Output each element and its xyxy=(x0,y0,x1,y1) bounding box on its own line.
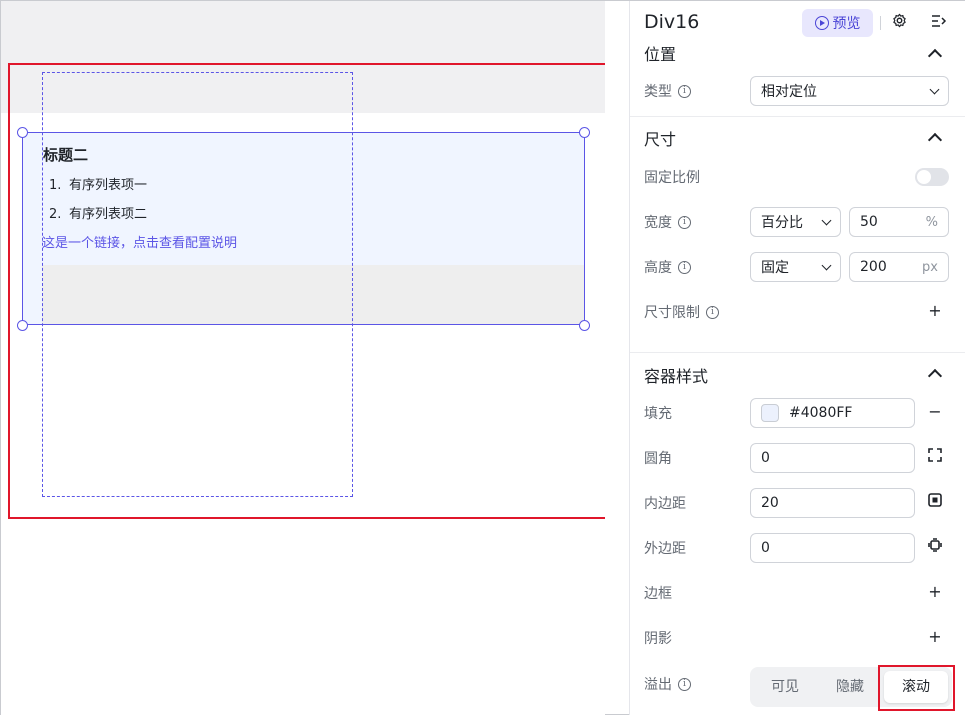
resize-handle-top-right[interactable] xyxy=(579,127,590,138)
height-value: 200 xyxy=(860,259,887,275)
margin-label-text: 外边距 xyxy=(644,541,686,557)
overflow-option-hidden[interactable]: 隐藏 xyxy=(816,667,884,707)
chevron-up-icon[interactable] xyxy=(927,368,943,384)
collapse-panel-icon[interactable] xyxy=(929,13,949,33)
component-title: Div16 xyxy=(644,11,700,33)
height-input[interactable]: 200 px xyxy=(849,252,949,282)
radius-label: 圆角 xyxy=(644,448,672,468)
section-divider xyxy=(630,116,965,117)
width-unit: % xyxy=(925,214,938,230)
margin-value: 0 xyxy=(761,540,770,556)
info-icon[interactable]: i xyxy=(706,305,719,319)
overflow-label: 溢出 i xyxy=(644,674,691,694)
fill-label-text: 填充 xyxy=(644,406,672,422)
section-divider xyxy=(630,352,965,353)
padding-value: 20 xyxy=(761,495,779,511)
margin-input[interactable]: 0 xyxy=(750,533,915,563)
type-label: 类型 i xyxy=(644,81,691,101)
properties-panel: 位置 类型 i 相对定位 尺寸 固定比例 宽度 i 百分比 50% 高度 i 固定 2… xyxy=(629,1,965,715)
info-icon[interactable]: i xyxy=(678,215,691,229)
canvas-bottom-band xyxy=(1,518,605,715)
resize-handle-bottom-left[interactable] xyxy=(17,320,28,331)
color-swatch[interactable] xyxy=(761,404,779,422)
lock-ratio-text: 固定比例 xyxy=(644,170,700,186)
chevron-down-icon xyxy=(929,84,940,94)
padding-label-text: 内边距 xyxy=(644,496,686,512)
shadow-label-text: 阴影 xyxy=(644,631,672,647)
annotation-highlight-box xyxy=(8,63,605,519)
padding-label: 内边距 xyxy=(644,493,686,513)
chevron-down-icon xyxy=(821,215,832,225)
design-canvas[interactable]: 标题二 1. 有序列表项一 2. 有序列表项二 这是一个链接，点击查看配置说明 xyxy=(1,1,605,715)
fill-value: #4080FF xyxy=(789,405,853,421)
fill-color-input[interactable]: #4080FF xyxy=(750,398,915,428)
resize-handle-bottom-right[interactable] xyxy=(579,320,590,331)
border-label-text: 边框 xyxy=(644,586,672,602)
fill-label: 填充 xyxy=(644,403,672,423)
radius-input[interactable]: 0 xyxy=(750,443,915,473)
height-mode-value: 固定 xyxy=(761,260,789,276)
height-label-text: 高度 xyxy=(644,260,672,276)
info-icon[interactable]: i xyxy=(678,84,691,98)
width-label: 宽度 i xyxy=(644,212,691,232)
width-mode-value: 百分比 xyxy=(761,215,803,231)
header-divider xyxy=(880,16,881,30)
gear-icon[interactable] xyxy=(889,13,909,33)
chevron-up-icon[interactable] xyxy=(927,48,943,64)
resize-handle-top-left[interactable] xyxy=(17,127,28,138)
height-mode-select[interactable]: 固定 xyxy=(750,252,841,282)
play-icon xyxy=(814,16,829,30)
width-mode-select[interactable]: 百分比 xyxy=(750,207,841,237)
type-label-text: 类型 xyxy=(644,84,672,100)
overflow-label-text: 溢出 xyxy=(644,677,672,693)
radius-value: 0 xyxy=(761,450,770,466)
padding-input[interactable]: 20 xyxy=(750,488,915,518)
info-icon[interactable]: i xyxy=(678,260,691,274)
preview-button[interactable]: 预览 xyxy=(802,9,873,37)
margin-sides-icon[interactable] xyxy=(925,537,945,557)
width-label-text: 宽度 xyxy=(644,215,672,231)
radius-label-text: 圆角 xyxy=(644,451,672,467)
annotation-highlight-box xyxy=(878,665,955,711)
preview-label: 预览 xyxy=(832,16,861,32)
height-label: 高度 i xyxy=(644,257,691,277)
shadow-label: 阴影 xyxy=(644,628,672,648)
add-border-button[interactable]: + xyxy=(925,582,945,602)
section-title-size: 尺寸 xyxy=(644,130,677,149)
lock-ratio-toggle[interactable] xyxy=(915,168,949,186)
section-title-container-style: 容器样式 xyxy=(644,367,709,386)
width-value: 50 xyxy=(860,214,878,230)
size-limit-text: 尺寸限制 xyxy=(644,305,700,321)
chevron-down-icon xyxy=(821,260,832,270)
panel-header: Div16 预览 xyxy=(630,1,965,45)
border-label: 边框 xyxy=(644,583,672,603)
remove-fill-button[interactable]: − xyxy=(925,402,945,422)
padding-sides-icon[interactable] xyxy=(925,492,945,512)
position-type-value: 相对定位 xyxy=(761,84,817,100)
width-input[interactable]: 50% xyxy=(849,207,949,237)
info-icon[interactable]: i xyxy=(678,677,691,691)
chevron-up-icon[interactable] xyxy=(927,132,943,148)
lock-ratio-label: 固定比例 xyxy=(644,167,700,187)
overflow-option-visible[interactable]: 可见 xyxy=(750,667,820,707)
add-size-limit-button[interactable]: + xyxy=(925,301,945,321)
height-unit: px xyxy=(922,259,938,275)
add-shadow-button[interactable]: + xyxy=(925,627,945,647)
position-type-select[interactable]: 相对定位 xyxy=(750,76,949,106)
size-limit-label: 尺寸限制 i xyxy=(644,302,719,322)
margin-label: 外边距 xyxy=(644,538,686,558)
expand-corners-icon[interactable] xyxy=(925,447,945,467)
